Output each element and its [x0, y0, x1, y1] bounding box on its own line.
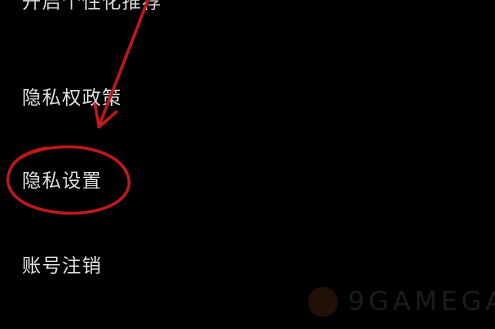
privacy-policy-label: 隐私权政策: [22, 86, 123, 109]
privacy-settings-label: 隐私设置: [22, 169, 103, 192]
privacy-settings-row[interactable]: 隐私设置: [0, 157, 495, 201]
account-cancel-row[interactable]: 账号注销: [0, 242, 495, 286]
watermark-text: 9GAMEGAME: [348, 287, 495, 317]
watermark-logo-icon: [308, 287, 338, 317]
account-cancel-label: 账号注销: [22, 254, 103, 277]
settings-list: 开启个性化推荐 隐私权政策 隐私设置 账号注销: [0, 0, 495, 329]
personalized-recommendation-row[interactable]: 开启个性化推荐: [0, 0, 495, 22]
privacy-policy-row[interactable]: 隐私权政策: [0, 74, 495, 118]
personalized-recommendation-label: 开启个性化推荐: [22, 0, 163, 13]
watermark: 9GAMEGAME: [308, 284, 495, 320]
